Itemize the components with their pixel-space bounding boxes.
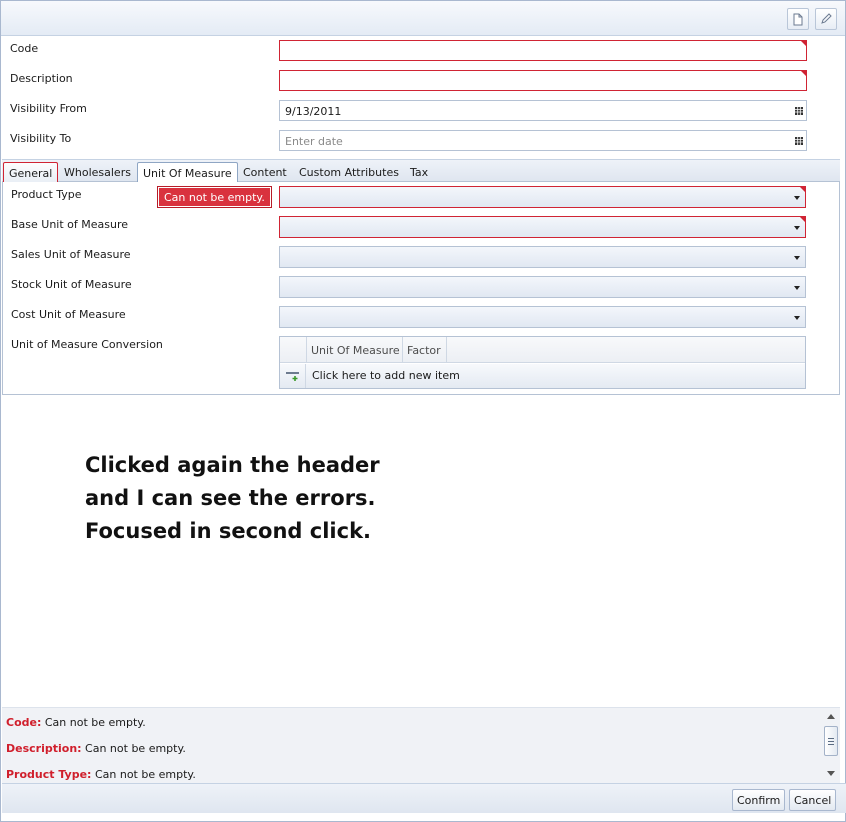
error-summary-scrollbar[interactable] bbox=[823, 708, 839, 782]
base-uom-dropdown[interactable] bbox=[279, 216, 806, 238]
chevron-down-icon bbox=[794, 256, 800, 260]
code-field[interactable] bbox=[279, 40, 807, 61]
chevron-down-icon bbox=[794, 196, 800, 200]
visibility-from-value: 9/13/2011 bbox=[285, 105, 342, 118]
tab-unit-of-measure[interactable]: Unit Of Measure bbox=[137, 162, 238, 183]
base-uom-label: Base Unit of Measure bbox=[11, 218, 129, 231]
cost-uom-dropdown[interactable] bbox=[279, 306, 806, 328]
code-label: Code bbox=[10, 42, 39, 55]
uom-conversion-label: Unit of Measure Conversion bbox=[11, 338, 163, 351]
error-row: Product Type: Can not be empty. bbox=[6, 768, 196, 781]
error-corner-marker bbox=[800, 217, 805, 222]
error-message: Can not be empty. bbox=[44, 716, 146, 729]
new-document-button[interactable] bbox=[787, 8, 809, 30]
grid-column-factor[interactable]: Factor bbox=[402, 337, 446, 363]
scroll-down-arrow-icon[interactable] bbox=[827, 771, 835, 776]
error-row: Code: Can not be empty. bbox=[6, 716, 146, 729]
cancel-button[interactable]: Cancel bbox=[789, 789, 837, 811]
calendar-icon[interactable] bbox=[792, 131, 806, 150]
annotation-line: and I can see the errors. bbox=[85, 486, 376, 510]
grip-line bbox=[828, 744, 834, 745]
product-type-label: Product Type bbox=[11, 188, 82, 201]
description-field[interactable] bbox=[279, 70, 807, 91]
description-label: Description bbox=[10, 72, 73, 85]
error-message: Can not be empty. bbox=[85, 742, 186, 755]
error-field[interactable]: Code: bbox=[6, 716, 41, 729]
toolbar bbox=[1, 1, 845, 36]
calendar-icon[interactable] bbox=[792, 101, 806, 120]
add-row-icon bbox=[280, 364, 306, 388]
grid-column-unit-of-measure[interactable]: Unit Of Measure bbox=[306, 337, 402, 363]
grip-line bbox=[828, 741, 834, 742]
error-corner-marker bbox=[800, 187, 805, 192]
stock-uom-label: Stock Unit of Measure bbox=[11, 278, 132, 291]
grid-add-row-text: Click here to add new item bbox=[312, 369, 460, 382]
new-document-icon bbox=[792, 13, 804, 26]
edit-button[interactable] bbox=[815, 8, 837, 30]
scroll-up-arrow-icon[interactable] bbox=[827, 714, 835, 719]
visibility-to-label: Visibility To bbox=[10, 132, 72, 145]
error-corner-marker bbox=[801, 71, 806, 76]
dialog-footer: Confirm Cancel bbox=[2, 783, 846, 813]
edit-pencil-icon bbox=[820, 13, 832, 25]
annotation-line: Clicked again the header bbox=[85, 453, 380, 477]
scrollbar-thumb[interactable] bbox=[824, 726, 838, 756]
visibility-from-date-field[interactable]: 9/13/2011 bbox=[279, 100, 807, 121]
error-field[interactable]: Description: bbox=[6, 742, 82, 755]
stock-uom-dropdown[interactable] bbox=[279, 276, 806, 298]
tab-wholesalers[interactable]: Wholesalers bbox=[59, 162, 136, 183]
error-message: Can not be empty. bbox=[94, 768, 196, 781]
tab-content[interactable]: Content bbox=[238, 162, 292, 183]
grid-add-row[interactable]: Click here to add new item bbox=[280, 364, 805, 388]
error-summary: Code: Can not be empty. Description: Can… bbox=[2, 707, 840, 783]
visibility-from-label: Visibility From bbox=[10, 102, 87, 115]
error-field[interactable]: Product Type: bbox=[6, 768, 91, 781]
chevron-down-icon bbox=[794, 286, 800, 290]
validation-tooltip: Can not be empty. bbox=[157, 186, 272, 208]
chevron-down-icon bbox=[794, 316, 800, 320]
tab-tax[interactable]: Tax bbox=[405, 162, 433, 183]
tab-strip: General Wholesalers Unit Of Measure Cont… bbox=[2, 159, 840, 183]
chevron-down-icon bbox=[794, 226, 800, 230]
confirm-button[interactable]: Confirm bbox=[732, 789, 786, 811]
annotation-line: Focused in second click. bbox=[85, 519, 372, 543]
sales-uom-label: Sales Unit of Measure bbox=[11, 248, 131, 261]
product-type-dropdown[interactable] bbox=[279, 186, 806, 208]
visibility-to-placeholder: Enter date bbox=[285, 135, 343, 148]
grip-line bbox=[828, 738, 834, 739]
cost-uom-label: Cost Unit of Measure bbox=[11, 308, 126, 321]
tab-custom-attributes[interactable]: Custom Attributes bbox=[294, 162, 404, 183]
annotation-text: Clicked again the header and I can see t… bbox=[85, 449, 380, 548]
error-row: Description: Can not be empty. bbox=[6, 742, 186, 755]
error-corner-marker bbox=[801, 41, 806, 46]
grid-header-filler bbox=[446, 337, 805, 363]
visibility-to-date-field[interactable]: Enter date bbox=[279, 130, 807, 151]
grid-header: Unit Of Measure Factor bbox=[280, 337, 805, 363]
tab-general[interactable]: General bbox=[3, 162, 59, 183]
dialog-window: Code Description Visibility From 9/13/20… bbox=[0, 0, 846, 822]
uom-conversion-grid: Unit Of Measure Factor Click here to add… bbox=[279, 336, 806, 389]
sales-uom-dropdown[interactable] bbox=[279, 246, 806, 268]
